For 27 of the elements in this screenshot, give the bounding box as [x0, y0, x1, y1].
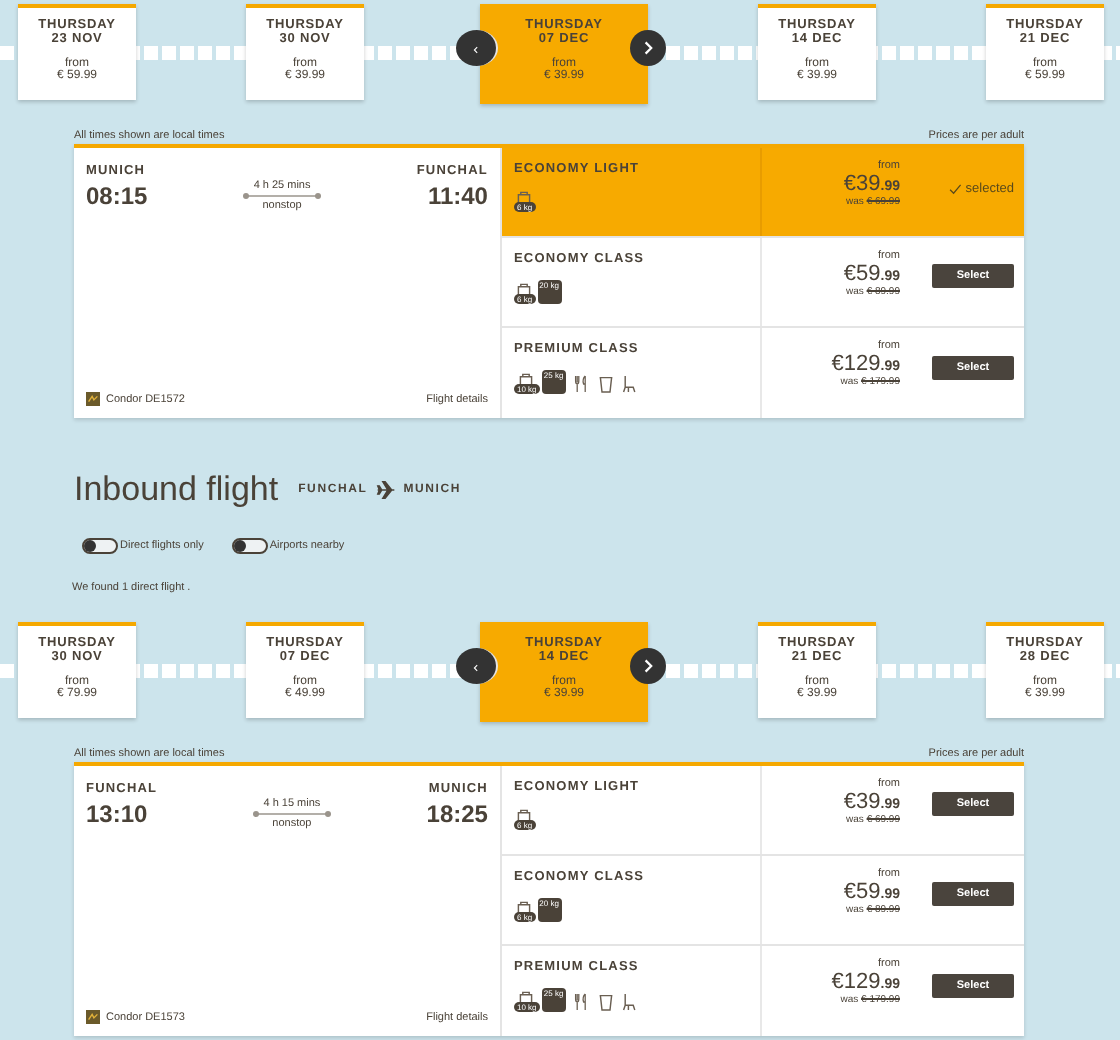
cup-icon: [597, 374, 614, 394]
seat-icon: [621, 374, 638, 394]
next-button[interactable]: [630, 30, 666, 66]
airline-logo-icon: [86, 1010, 100, 1024]
chevron-right-icon: [640, 40, 656, 56]
section-title: Inbound flight: [74, 470, 279, 510]
airplane-icon: [375, 480, 396, 500]
route-line-icon: [251, 810, 332, 818]
bag-icon: [518, 372, 535, 388]
arrival-time: 18:25: [426, 800, 488, 828]
next-button[interactable]: [630, 648, 666, 684]
toggle-switch[interactable]: [231, 538, 268, 554]
departure-time: 08:15: [86, 182, 148, 210]
chevron-right-icon: [640, 658, 656, 674]
previous-button[interactable]: [456, 648, 498, 684]
cup-icon: [597, 992, 614, 1012]
seat-icon: [621, 992, 638, 1012]
arrival-time: 11:40: [427, 182, 488, 210]
cutlery-icon: [573, 992, 590, 1012]
route-line-icon: [242, 192, 323, 200]
previous-button[interactable]: [456, 30, 498, 66]
airline-logo-icon: [86, 392, 100, 406]
check-icon: [947, 181, 962, 195]
cutlery-icon: [573, 374, 590, 394]
bag-icon: [518, 990, 535, 1006]
toggle-switch[interactable]: [82, 538, 118, 554]
departure-time: 13:10: [86, 800, 150, 828]
